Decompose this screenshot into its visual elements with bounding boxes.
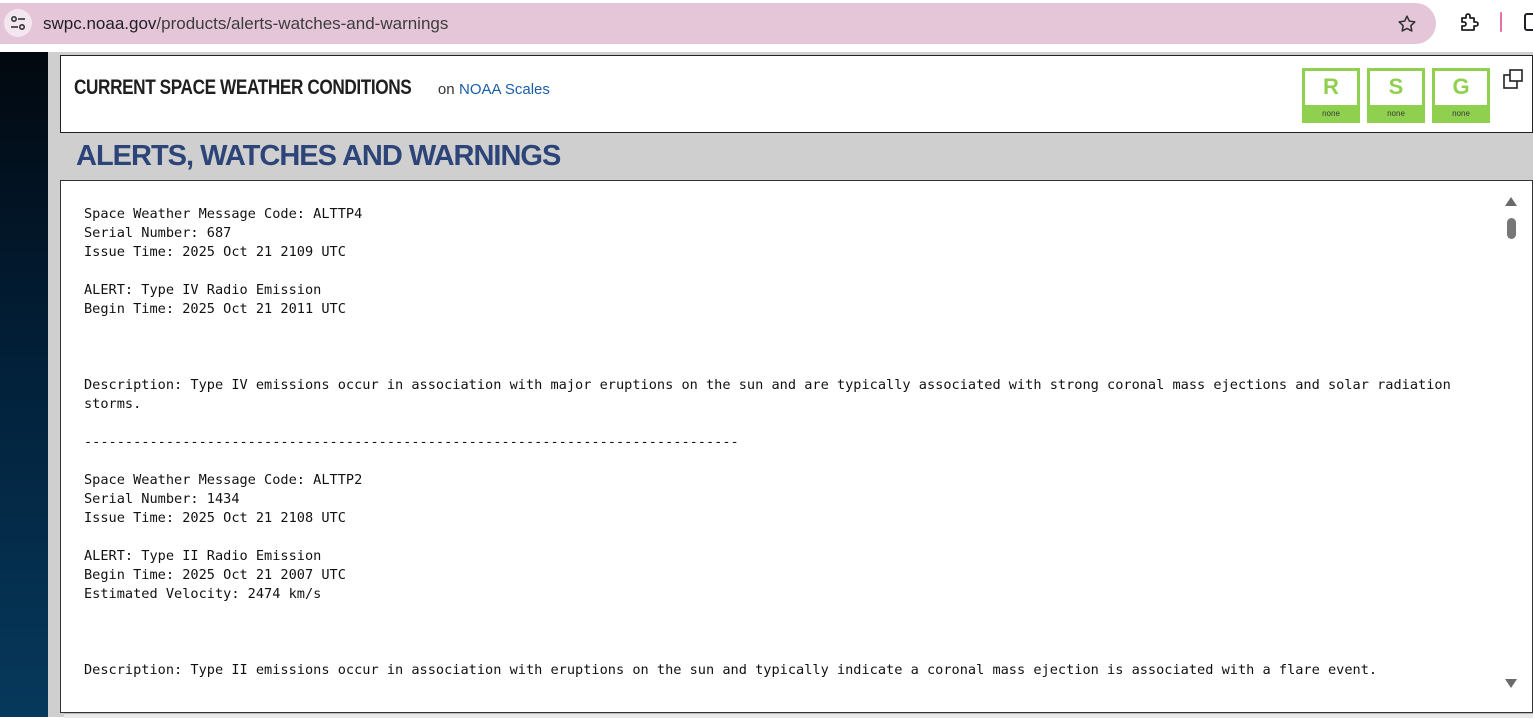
address-bar[interactable]: swpc.noaa.gov/products/alerts-watches-an…: [0, 3, 1436, 44]
conditions-title: CURRENT SPACE WEATHER CONDITIONS: [74, 76, 412, 99]
alerts-message-panel[interactable]: Space Weather Message Code: ALTTP4 Seria…: [60, 180, 1533, 713]
scale-r-status: none: [1302, 105, 1360, 123]
bookmark-star-icon[interactable]: [1396, 13, 1418, 35]
browser-toolbar: swpc.noaa.gov/products/alerts-watches-an…: [0, 0, 1533, 52]
scroll-up-arrow-icon[interactable]: [1505, 197, 1517, 206]
url-path: /products/alerts-watches-and-warnings: [156, 14, 449, 33]
page-title: ALERTS, WATCHES AND WARNINGS: [76, 140, 561, 172]
scale-s-status: none: [1367, 105, 1425, 123]
conditions-title-line: CURRENT SPACE WEATHER CONDITIONS on NOAA…: [74, 76, 550, 100]
site-info-icon[interactable]: [4, 9, 32, 37]
conditions-on-text: on: [437, 81, 455, 98]
url-host: swpc.noaa.gov: [43, 14, 157, 33]
extensions-puzzle-icon[interactable]: [1458, 10, 1482, 34]
scale-g-status: none: [1432, 105, 1490, 123]
scrollbar-thumb[interactable]: [1507, 218, 1516, 239]
popout-window-icon[interactable]: [1502, 68, 1524, 90]
scale-r-box[interactable]: R none: [1302, 68, 1360, 123]
panel-bottom-edge: [64, 713, 1533, 718]
alerts-message-text: Space Weather Message Code: ALTTP4 Seria…: [84, 206, 1451, 678]
scale-r-letter: R: [1323, 74, 1339, 99]
current-conditions-banner: CURRENT SPACE WEATHER CONDITIONS on NOAA…: [60, 55, 1533, 133]
scale-g-box[interactable]: G none: [1432, 68, 1490, 123]
scroll-down-arrow-icon[interactable]: [1505, 679, 1517, 688]
url-text[interactable]: swpc.noaa.gov/products/alerts-watches-an…: [43, 14, 448, 34]
scale-s-box[interactable]: S none: [1367, 68, 1425, 123]
scale-g-letter: G: [1452, 74, 1470, 99]
noaa-scales-link[interactable]: NOAA Scales: [459, 81, 550, 98]
side-panel-icon[interactable]: [1524, 13, 1533, 31]
scale-s-letter: S: [1388, 74, 1404, 99]
toolbar-divider: [1500, 12, 1502, 32]
left-sidebar: [0, 52, 48, 717]
